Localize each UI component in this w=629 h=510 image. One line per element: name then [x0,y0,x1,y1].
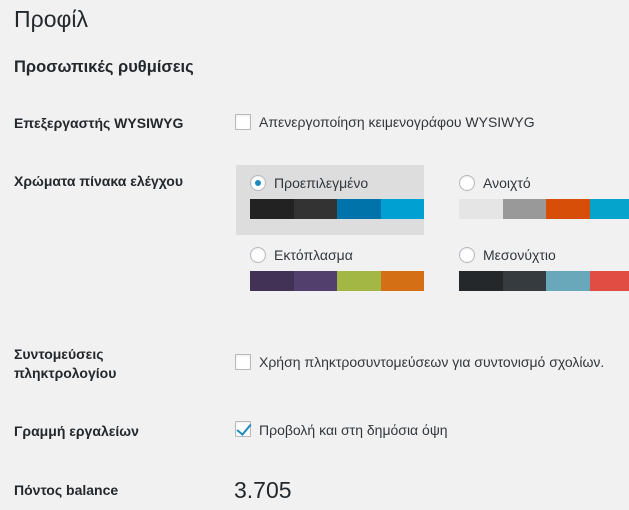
color-scheme-option[interactable]: Ανοιχτό [445,165,629,235]
wysiwyg-checkbox-label[interactable]: Απενεργοποίηση κειμενογράφου WYSIWYG [259,113,535,131]
shortcuts-label-line1: Συντομεύσεις [14,346,104,362]
section-title: Προσωπικές ρυθμίσεις [14,58,194,76]
shortcuts-label-line2: πληκτρολογίου [14,365,117,381]
shortcuts-checkbox[interactable] [235,354,251,370]
color-scheme-radio[interactable] [459,175,475,191]
color-swatch [293,199,337,219]
toolbar-label: Γραμμή εργαλείων [14,423,139,439]
balance-value: 3.705 [234,477,292,503]
shortcuts-checkbox-label[interactable]: Χρήση πληκτροσυντομεύσεων για συντονισμό… [259,353,604,371]
color-swatches [459,271,629,291]
shortcuts-label: Συντομεύσεις πληκτρολογίου [14,345,116,383]
toolbar-checkbox-label[interactable]: Προβολή και στη δημόσια όψη [259,421,448,439]
color-swatches [250,271,424,291]
color-swatch [459,199,503,219]
color-swatch [459,271,503,291]
color-scheme-name[interactable]: Εκτόπλασμα [274,246,353,264]
color-scheme-label: Χρώματα πίνακα ελέγχου [14,173,183,189]
checkmark-icon [236,420,252,436]
balance-label: Πόντος balance [14,482,119,498]
color-scheme-option[interactable]: Μεσονύχτιο [445,237,629,307]
toolbar-checkbox[interactable] [235,420,252,437]
color-swatch [502,271,546,291]
wysiwyg-label: Επεξεργαστής WYSIWYG [14,115,184,131]
color-scheme-option[interactable]: Προεπιλεγμένο [236,165,424,235]
page-title: Προφίλ [14,6,89,32]
color-swatch [250,271,294,291]
color-swatches [459,199,629,219]
color-scheme-name[interactable]: Μεσονύχτιο [483,246,556,264]
color-scheme-name[interactable]: Προεπιλεγμένο [274,174,368,192]
color-swatch [380,271,424,291]
color-scheme-radio[interactable] [250,247,266,263]
color-swatch [589,199,629,219]
color-scheme-radio[interactable] [459,247,475,263]
color-swatches [250,199,424,219]
radio-selected-dot [255,180,261,186]
color-swatch [589,271,629,291]
color-swatch [337,271,381,291]
color-swatch [337,199,381,219]
color-scheme-option[interactable]: Εκτόπλασμα [236,237,424,307]
color-swatch [502,199,546,219]
color-swatch [380,199,424,219]
color-swatch [546,271,590,291]
color-scheme-radio[interactable] [250,175,266,191]
color-swatch [546,199,590,219]
wysiwyg-checkbox[interactable] [235,114,251,130]
color-scheme-name[interactable]: Ανοιχτό [483,174,531,192]
color-swatch [250,199,294,219]
color-swatch [293,271,337,291]
